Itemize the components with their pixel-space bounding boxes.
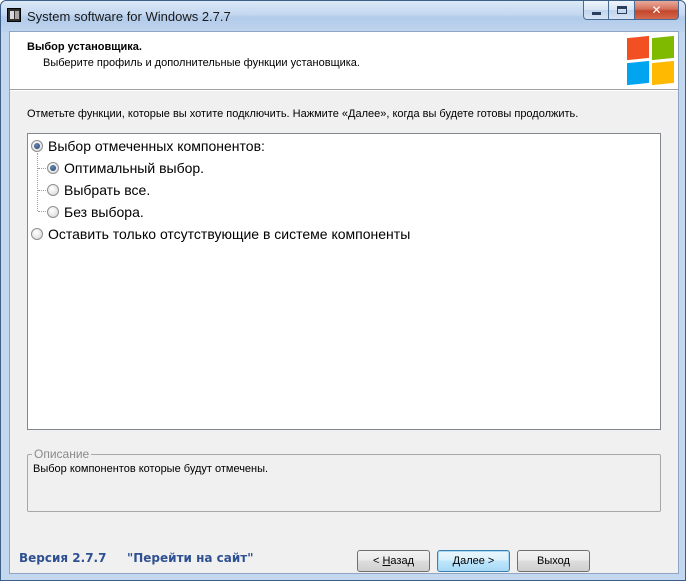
installer-window: System software for Windows 2.7.7 ✕ Выбо… xyxy=(0,0,686,581)
next-button-mnemonic: Д xyxy=(452,555,461,567)
close-icon: ✕ xyxy=(651,3,662,17)
logo-red-square xyxy=(627,35,649,61)
option-missing-only[interactable]: Оставить только отсутствующие в системе … xyxy=(31,224,410,244)
option-label: Оставить только отсутствующие в системе … xyxy=(48,226,411,242)
maximize-icon xyxy=(616,6,627,14)
exit-button-label: Выход xyxy=(537,555,570,567)
logo-blue-square xyxy=(627,60,649,86)
option-label: Выбрать все. xyxy=(64,182,151,198)
radio-none[interactable] xyxy=(47,206,59,218)
window-title: System software for Windows 2.7.7 xyxy=(27,9,231,24)
maximize-button[interactable] xyxy=(609,1,635,20)
app-icon xyxy=(7,8,21,22)
components-tree[interactable]: Выбор отмеченных компонентов: Оптимальны… xyxy=(27,133,661,430)
logo-yellow-square xyxy=(652,60,674,86)
option-label: Без выбора. xyxy=(64,204,144,220)
page-subtitle: Выберите профиль и дополнительные функци… xyxy=(43,57,360,69)
website-link[interactable]: "Перейти на сайт" xyxy=(127,551,254,565)
back-button[interactable]: < Назад xyxy=(357,550,430,572)
tree-connector xyxy=(37,153,38,211)
window-controls: ✕ xyxy=(583,1,679,21)
next-button[interactable]: Далее > xyxy=(437,550,510,572)
radio-select-all[interactable] xyxy=(47,184,59,196)
description-legend: Описание xyxy=(32,447,92,461)
back-button-rest: азад xyxy=(390,555,414,567)
back-button-mnemonic: Н xyxy=(382,555,391,567)
radio-optimal[interactable] xyxy=(47,162,59,174)
instruction-text: Отметьте функции, которые вы хотите подк… xyxy=(27,108,579,120)
option-label: Оптимальный выбор. xyxy=(64,160,205,176)
radio-selected-components[interactable] xyxy=(31,140,43,152)
close-button[interactable]: ✕ xyxy=(635,1,679,20)
page-title: Выбор установщика. xyxy=(27,41,142,53)
minimize-icon xyxy=(591,12,601,15)
radio-missing-only[interactable] xyxy=(31,228,43,240)
description-text: Выбор компонентов которые будут отмечены… xyxy=(33,463,269,475)
logo-green-square xyxy=(652,35,674,61)
windows-logo-icon xyxy=(627,35,675,86)
back-button-prefix: < xyxy=(372,555,383,567)
title-bar[interactable]: System software for Windows 2.7.7 ✕ xyxy=(1,1,685,31)
exit-button[interactable]: Выход xyxy=(517,550,590,572)
header-band: Выбор установщика. Выберите профиль и до… xyxy=(10,32,678,91)
client-area: Выбор установщика. Выберите профиль и до… xyxy=(9,31,679,574)
version-label: Версия 2.7.7 xyxy=(19,551,107,565)
option-label: Выбор отмеченных компонентов: xyxy=(48,138,265,154)
description-group: Описание Выбор компонентов которые будут… xyxy=(27,447,661,512)
option-none[interactable]: Без выбора. xyxy=(47,202,144,222)
option-optimal[interactable]: Оптимальный выбор. xyxy=(47,158,204,178)
option-select-all[interactable]: Выбрать все. xyxy=(47,180,150,200)
next-button-rest: алее > xyxy=(460,555,495,567)
option-selected-components[interactable]: Выбор отмеченных компонентов: xyxy=(31,136,265,156)
minimize-button[interactable] xyxy=(583,1,609,20)
